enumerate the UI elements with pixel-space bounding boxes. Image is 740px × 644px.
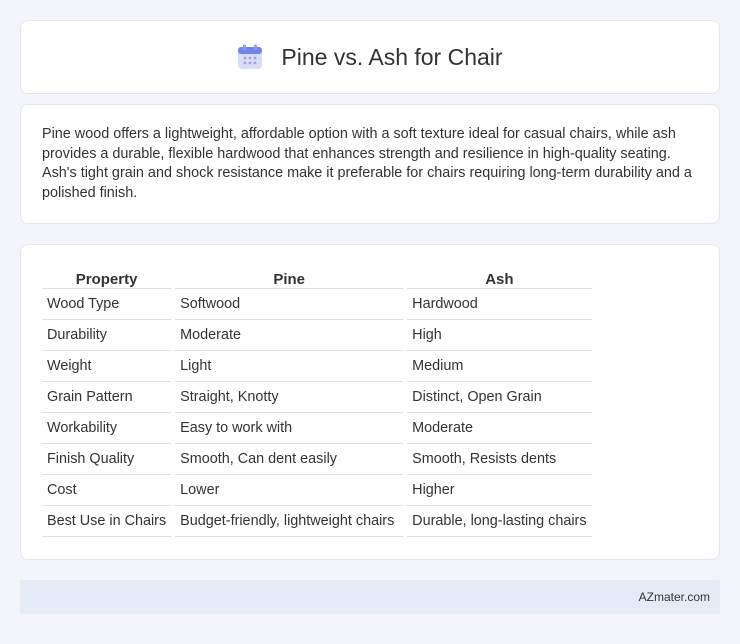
table-row: Grain Pattern Straight, Knotty Distinct, O… — [42, 382, 592, 413]
description-card: Pine wood offers a lightweight, affordab… — [20, 104, 720, 224]
cell-property: Durability — [42, 320, 172, 351]
cell-pine: Lower — [175, 475, 404, 506]
cell-pine: Moderate — [175, 320, 404, 351]
table-row: Cost Lower Higher — [42, 475, 592, 506]
page-title: Pine vs. Ash for Chair — [281, 43, 503, 70]
table-row: Weight Light Medium — [42, 351, 592, 382]
cell-ash: Higher — [407, 475, 592, 506]
header-ash: Ash — [407, 264, 592, 289]
header-pine: Pine — [175, 264, 404, 289]
cell-pine: Softwood — [175, 289, 404, 320]
footer-link[interactable]: AZmater.com — [639, 590, 710, 604]
table-card: Property Pine Ash Wood Type Softwood Hardw… — [20, 244, 720, 560]
cell-ash: Durable, long-lasting chairs — [407, 506, 592, 537]
description-text: Pine wood offers a lightweight, affordab… — [42, 126, 692, 201]
table-header-row: Property Pine Ash — [42, 264, 592, 289]
cell-pine: Straight, Knotty — [175, 382, 404, 413]
cell-pine: Light — [175, 351, 404, 382]
cell-ash: Moderate — [407, 413, 592, 444]
cell-ash: High — [407, 320, 592, 351]
title-card: Pine vs. Ash for Chair — [20, 20, 720, 94]
title-wrap: Pine vs. Ash for Chair — [237, 43, 503, 71]
cell-pine: Easy to work with — [175, 413, 404, 444]
table-row: Finish Quality Smooth, Can dent easily Smo… — [42, 444, 592, 475]
cell-pine: Smooth, Can dent easily — [175, 444, 404, 475]
cell-property: Best Use in Chairs — [42, 506, 172, 537]
table-body: Wood Type Softwood Hardwood Durability Moder… — [42, 289, 592, 537]
calendar-icon — [238, 44, 263, 69]
table-row: Durability Moderate High — [42, 320, 592, 351]
footer: AZmater.com — [20, 580, 720, 614]
cell-ash: Medium — [407, 351, 592, 382]
table-row: Workability Easy to work with Moderate — [42, 413, 592, 444]
header-property: Property — [42, 264, 172, 289]
cell-pine: Budget-friendly, lightweight chairs — [175, 506, 404, 537]
cell-property: Wood Type — [42, 289, 172, 320]
cell-ash: Distinct, Open Grain — [407, 382, 592, 413]
cell-property: Workability — [42, 413, 172, 444]
cell-property: Cost — [42, 475, 172, 506]
cell-property: Grain Pattern — [42, 382, 172, 413]
table-row: Best Use in Chairs Budget-friendly, light… — [42, 506, 592, 537]
cell-ash: Smooth, Resists dents — [407, 444, 592, 475]
cell-ash: Hardwood — [407, 289, 592, 320]
table-row: Wood Type Softwood Hardwood — [42, 289, 592, 320]
cell-property: Weight — [42, 351, 172, 382]
cell-property: Finish Quality — [42, 444, 172, 475]
comparison-table: Property Pine Ash Wood Type Softwood Hardw… — [42, 264, 592, 537]
